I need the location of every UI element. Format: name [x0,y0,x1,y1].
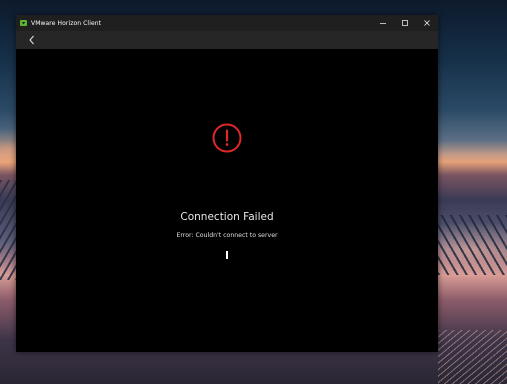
text-cursor [226,251,228,259]
error-content: Connection Failed Error: Couldn't connec… [16,49,438,352]
error-heading: Connection Failed [180,211,274,223]
close-button[interactable] [416,15,438,31]
minimize-icon [380,23,386,24]
wallpaper-shore [438,330,507,384]
window-title: VMware Horizon Client [31,19,102,27]
maximize-icon [402,20,408,26]
title-bar[interactable]: VMware Horizon Client [16,15,438,31]
wallpaper-bridge-right [438,215,507,275]
vmware-horizon-icon [20,20,27,26]
alert-circle-icon [212,123,242,153]
horizon-client-window: VMware Horizon Client Connection Failed … [16,15,438,352]
error-message: Error: Couldn't connect to server [176,232,278,239]
back-button[interactable] [22,31,42,49]
maximize-button[interactable] [394,15,416,31]
navigation-bar [16,31,438,49]
minimize-button[interactable] [372,15,394,31]
window-controls [372,15,438,31]
close-icon [424,20,430,26]
chevron-left-icon [29,35,34,45]
